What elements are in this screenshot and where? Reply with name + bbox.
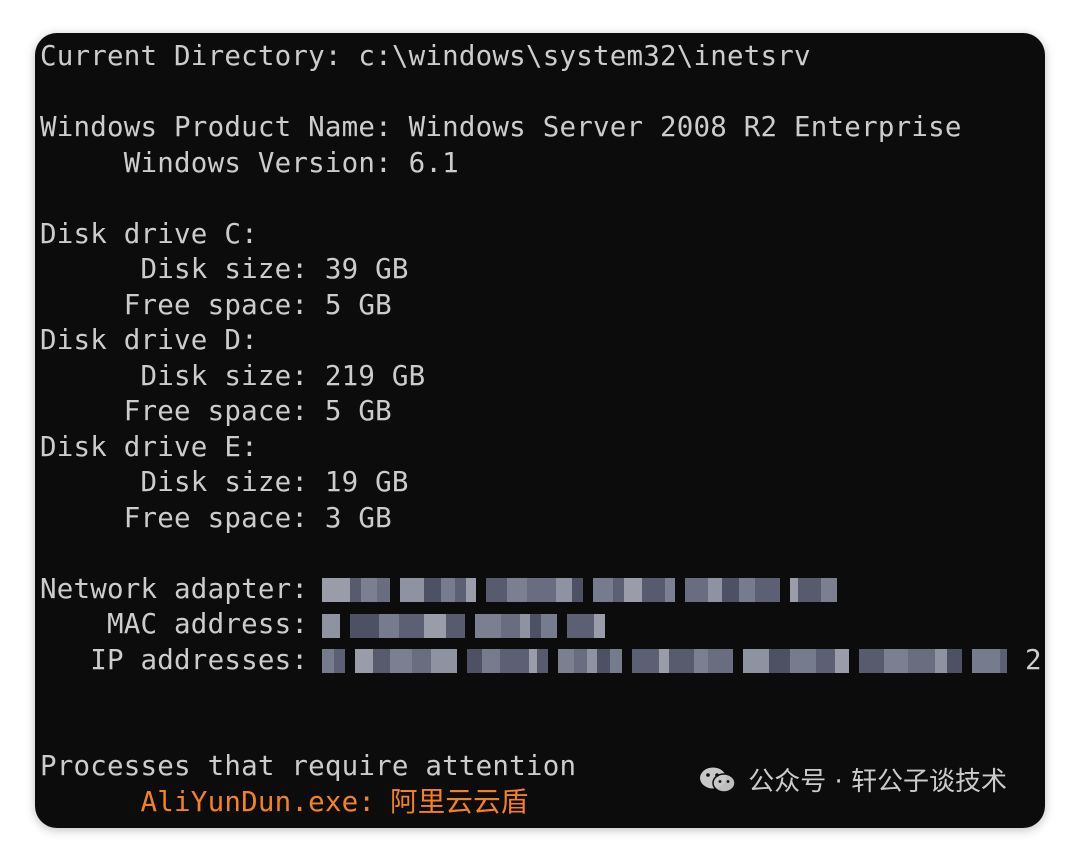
- ip-tail-digit: 2: [1025, 644, 1042, 676]
- disk-d-size: Disk size: 219 GB: [40, 360, 426, 392]
- disk-e-header: Disk drive E:: [40, 431, 258, 463]
- wechat-icon: [700, 767, 736, 793]
- windows-version-line: Windows Version: 6.1: [40, 147, 459, 179]
- redacted-adapter-name: [322, 578, 837, 602]
- disk-c-free: Free space: 5 GB: [40, 289, 392, 321]
- process-aliyundun-desc: 阿里云云盾: [390, 786, 529, 818]
- redacted-mac-address: [322, 614, 605, 638]
- network-adapter-label: Network adapter:: [40, 573, 309, 605]
- processes-header: Processes that require attention: [40, 750, 577, 782]
- disk-e-free: Free space: 3 GB: [40, 502, 392, 534]
- disk-c-size: Disk size: 39 GB: [40, 253, 409, 285]
- disk-d-free: Free space: 5 GB: [40, 395, 392, 427]
- disk-d-header: Disk drive D:: [40, 324, 258, 356]
- current-directory-line: Current Directory: c:\windows\system32\i…: [40, 40, 811, 72]
- ip-addresses-label: IP addresses:: [40, 644, 309, 676]
- product-name-line: Windows Product Name: Windows Server 200…: [40, 111, 962, 143]
- disk-e-size: Disk size: 19 GB: [40, 466, 409, 498]
- watermark-text: 公众号 · 轩公子谈技术: [748, 767, 1007, 797]
- mac-address-label: MAC address:: [40, 608, 309, 640]
- process-aliyundun-name: AliYunDun.exe:: [40, 786, 376, 818]
- console-window: Current Directory: c:\windows\system32\i…: [35, 33, 1045, 828]
- disk-c-header: Disk drive C:: [40, 218, 258, 250]
- wechat-watermark: 公众号 · 轩公子谈技术: [698, 761, 1007, 798]
- redacted-ip-addresses: [322, 649, 1007, 673]
